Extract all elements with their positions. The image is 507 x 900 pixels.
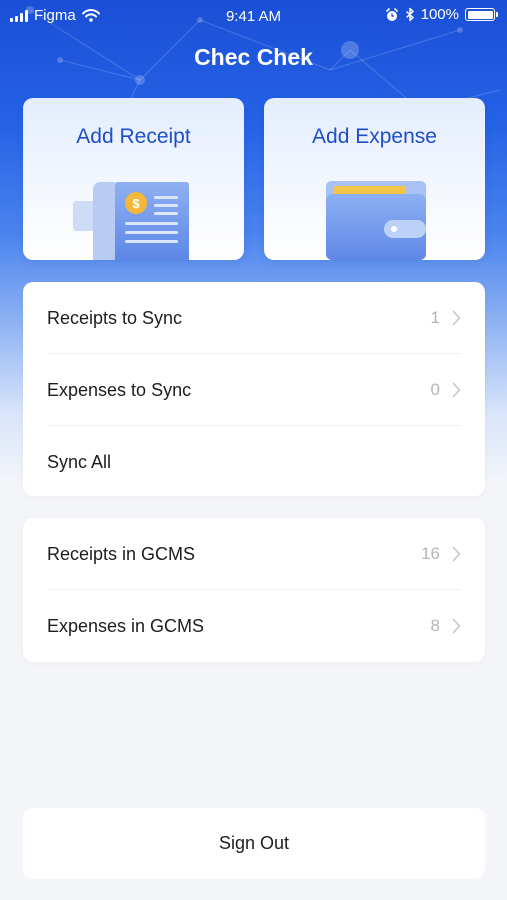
sync-all-label: Sync All <box>47 451 112 472</box>
receipts-to-sync-row[interactable]: Receipts to Sync 1 <box>47 282 461 354</box>
expenses-to-sync-row[interactable]: Expenses to Sync 0 <box>47 354 461 426</box>
expenses-in-gcms-label: Expenses in GCMS <box>47 615 205 636</box>
sign-out-label: Sign Out <box>218 833 290 853</box>
battery-percent: 100% <box>420 6 459 23</box>
chevron-right-icon <box>452 546 461 562</box>
alarm-icon <box>385 7 398 21</box>
chevron-right-icon <box>452 618 461 634</box>
expenses-in-gcms-count: 8 <box>430 616 440 635</box>
receipt-icon: $ <box>73 182 189 260</box>
receipts-in-gcms-row[interactable]: Receipts in GCMS 16 <box>47 518 461 590</box>
receipts-to-sync-count: 1 <box>430 308 440 327</box>
sync-card: Receipts to Sync 1 Expenses to Sync 0 Sy… <box>23 282 485 496</box>
wallet-icon <box>326 181 426 260</box>
expenses-in-gcms-row[interactable]: Expenses in GCMS 8 <box>47 590 461 662</box>
battery-icon <box>465 8 498 21</box>
expenses-to-sync-count: 0 <box>430 380 440 399</box>
add-expense-button[interactable]: Add Expense <box>264 98 485 260</box>
receipts-in-gcms-label: Receipts in GCMS <box>47 543 196 564</box>
chevron-right-icon <box>452 310 461 326</box>
status-bar: Figma 9:41 AM 100% <box>0 0 507 34</box>
gcms-card: Receipts in GCMS 16 Expenses in GCMS 8 <box>23 518 485 662</box>
expenses-to-sync-label: Expenses to Sync <box>47 379 192 400</box>
receipts-to-sync-label: Receipts to Sync <box>47 307 183 328</box>
app-title: Chec Chek <box>194 44 313 70</box>
add-receipt-button[interactable]: Add Receipt $ <box>23 98 244 260</box>
bluetooth-icon <box>405 7 414 22</box>
svg-text:$: $ <box>132 196 140 211</box>
receipts-in-gcms-count: 16 <box>421 544 440 563</box>
sync-all-row[interactable]: Sync All <box>47 426 461 498</box>
sign-out-button[interactable]: Sign Out <box>23 808 485 879</box>
chevron-right-icon <box>452 382 461 398</box>
battery-level <box>467 10 493 19</box>
